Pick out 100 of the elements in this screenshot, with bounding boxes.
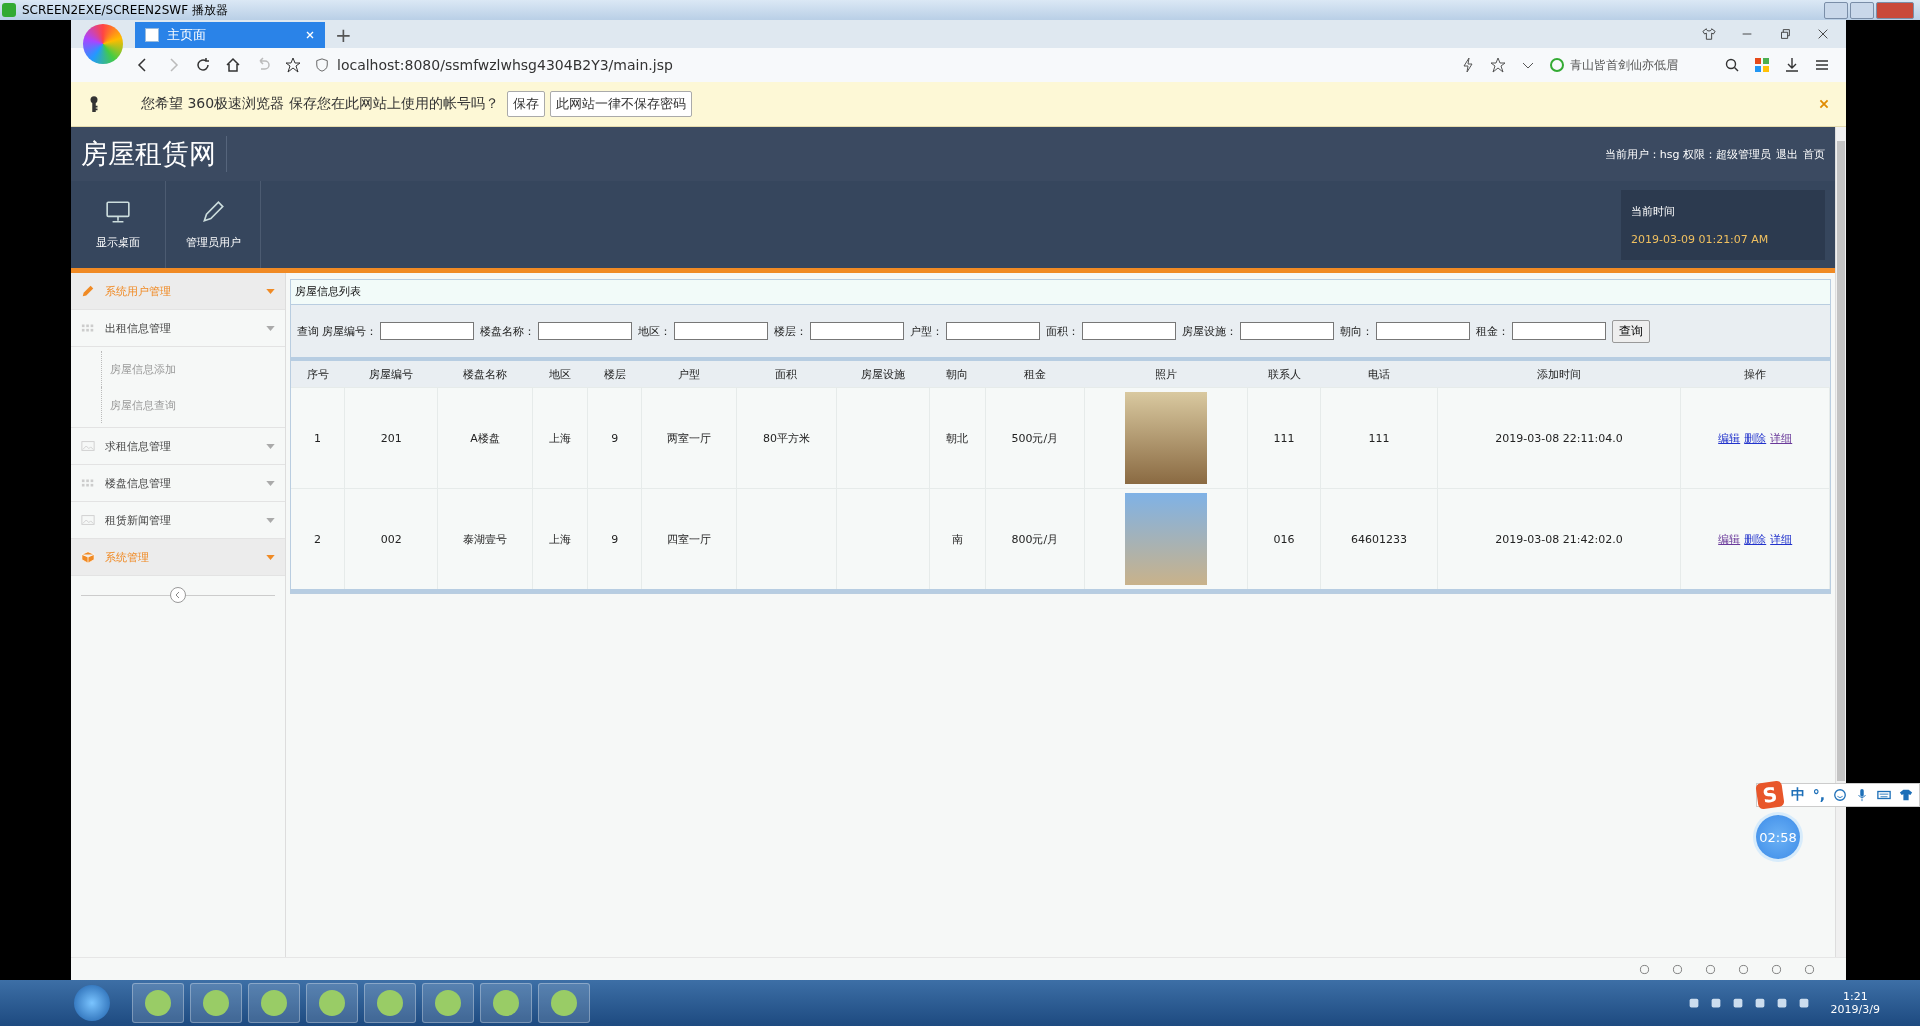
filter-label: 户型： [910, 323, 943, 339]
sidebar-item[interactable]: 出租信息管理 [71, 310, 285, 347]
action-link[interactable]: 详细 [1770, 531, 1793, 547]
action-link[interactable]: 编辑 [1718, 531, 1741, 547]
taskbar-app-icon[interactable] [132, 983, 184, 1023]
close-icon[interactable] [1816, 27, 1830, 41]
restore-icon[interactable] [1778, 27, 1792, 41]
table-cell: 上海 [549, 532, 572, 546]
taskbar-app-icon[interactable] [190, 983, 242, 1023]
maximize-button[interactable] [1850, 1, 1874, 19]
current-time: 2019-03-09 01:21:07 AM [1631, 232, 1770, 246]
taskbar-app-icon[interactable] [364, 983, 416, 1023]
filter-field[interactable] [538, 322, 632, 340]
caret-icon [266, 443, 275, 449]
filter-label: 楼层： [774, 323, 807, 339]
new-tab-button[interactable]: + [325, 22, 362, 48]
minimize-button[interactable] [1824, 1, 1848, 19]
shirt-icon[interactable] [1702, 27, 1716, 41]
column-header: 房屋编号 [344, 361, 438, 388]
action-link[interactable]: 详细 [1770, 430, 1793, 446]
header-link[interactable]: 退出 [1776, 146, 1798, 162]
taskbar-app-icon[interactable] [248, 983, 300, 1023]
close-button[interactable] [1876, 1, 1914, 19]
reload-icon[interactable] [195, 57, 211, 73]
filter-label: 地区： [638, 323, 671, 339]
filter-label: 楼盘名称： [480, 323, 535, 339]
filter-field[interactable] [1512, 322, 1606, 340]
caret-icon [266, 480, 275, 486]
taskbar-app-icon[interactable] [480, 983, 532, 1023]
filter-field[interactable] [1376, 322, 1470, 340]
prompt-button[interactable]: 保存 [506, 91, 545, 117]
taskbar-app-icon[interactable] [306, 983, 358, 1023]
collapse-button[interactable] [170, 587, 186, 603]
monitor-icon [105, 199, 131, 225]
menu-icon[interactable] [1814, 57, 1830, 73]
status-bar-icon[interactable] [1704, 962, 1717, 976]
table-cell: 500元/月 [1011, 431, 1059, 445]
filter-label: 房屋设施： [1182, 323, 1237, 339]
address-field[interactable]: localhost:8080/ssmfwzlwhsg4304B2Y3/main.jsp [315, 52, 1446, 78]
filter-field[interactable] [946, 322, 1040, 340]
column-header: 操作 [1680, 361, 1830, 388]
caret-icon [266, 554, 275, 560]
table-cell: 64601233 [1350, 532, 1407, 546]
filter-field[interactable] [810, 322, 904, 340]
box-icon [81, 550, 95, 564]
star-icon[interactable] [1490, 57, 1506, 73]
status-bar-icon[interactable] [1803, 962, 1816, 976]
filter-field[interactable] [674, 322, 768, 340]
action-link[interactable]: 删除 [1744, 531, 1767, 547]
punctuation-toggle[interactable]: °, [1812, 787, 1825, 803]
taskbar-app-icon[interactable] [422, 983, 474, 1023]
column-header: 地区 [532, 361, 588, 388]
shield-icon [315, 58, 329, 72]
sidebar-item[interactable]: 楼盘信息管理 [71, 465, 285, 502]
header-link[interactable]: 首页 [1803, 146, 1825, 162]
filter-field[interactable] [380, 322, 474, 340]
action-link[interactable]: 删除 [1744, 430, 1767, 446]
sidebar-item[interactable]: 求租信息管理 [71, 428, 285, 465]
filter-field[interactable] [1082, 322, 1176, 340]
table-cell: 016 [1273, 532, 1295, 546]
caret-icon [266, 517, 275, 523]
action-link[interactable]: 编辑 [1718, 430, 1741, 446]
table-cell: 南 [951, 532, 963, 546]
smiley-icon[interactable] [1833, 788, 1847, 802]
column-header: 朝向 [929, 361, 985, 388]
status-bar-icon[interactable] [1638, 962, 1651, 976]
lightning-icon[interactable] [1460, 57, 1476, 73]
table-cell: 朝北 [946, 431, 969, 445]
page-icon [145, 28, 159, 42]
keyboard-icon[interactable] [1877, 788, 1891, 802]
shirt-icon[interactable] [1899, 788, 1913, 802]
prompt-button[interactable]: 此网站一律不保存密码 [549, 91, 692, 117]
status-bar-icon[interactable] [1770, 962, 1783, 976]
table-cell: 9 [611, 532, 619, 546]
apps-icon[interactable] [1754, 57, 1770, 73]
ime-mode[interactable]: 中 [1790, 786, 1805, 804]
pencil-icon [200, 199, 226, 225]
column-header: 序号 [291, 361, 345, 388]
status-bar-icon[interactable] [1671, 962, 1684, 976]
caret-icon [266, 325, 275, 331]
search-label: 查询 [297, 323, 319, 339]
microphone-icon[interactable] [1855, 788, 1869, 802]
download-icon[interactable] [1784, 57, 1800, 73]
panel-title: 房屋信息列表 [291, 280, 1830, 305]
search-field[interactable]: 青山皆首剑仙亦低眉 [1550, 56, 1710, 74]
browser-tab[interactable]: 主页面 [135, 22, 325, 48]
column-header: 电话 [1320, 361, 1438, 388]
nav-item[interactable]: 显示桌面 [71, 181, 166, 268]
time-label: 当前时间 [1631, 203, 1676, 219]
search-button[interactable]: 查询 [1612, 319, 1650, 343]
filter-field[interactable] [1240, 322, 1334, 340]
search-icon[interactable] [1724, 57, 1740, 73]
home-icon[interactable] [225, 57, 241, 73]
star-icon[interactable] [285, 57, 301, 73]
taskbar-app-icon[interactable] [538, 983, 590, 1023]
status-bar-icon[interactable] [1737, 962, 1750, 976]
clock[interactable]: 1:21 2019/3/9 [1830, 990, 1880, 1016]
password-prompt: 您希望 360极速浏览器 保存您在此网站上使用的帐号吗？ [141, 95, 499, 113]
start-button[interactable] [74, 985, 110, 1021]
nav-item[interactable]: 管理员用户 [166, 181, 261, 268]
